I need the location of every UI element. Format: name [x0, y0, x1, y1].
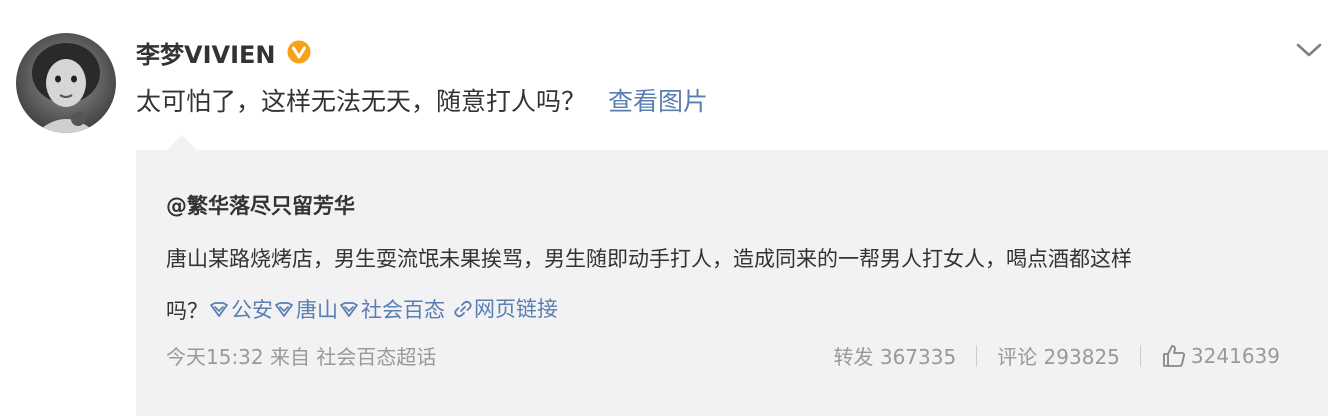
thumbs-up-icon: [1163, 344, 1185, 367]
author-row: 李梦VIVIEN: [136, 34, 312, 70]
topic-tag-police[interactable]: 公安: [208, 285, 273, 335]
topic-tag-society-label: 社会百态: [361, 298, 445, 322]
repost-count-button[interactable]: 转发 367335: [833, 341, 956, 370]
repost-line-2-prefix: 吗？: [166, 299, 208, 323]
view-images-link[interactable]: 查看图片: [608, 87, 708, 116]
link-icon: [454, 300, 472, 318]
like-button[interactable]: 3241639: [1161, 343, 1280, 369]
topic-tag-tangshan-label: 唐山: [296, 298, 338, 322]
repost-text: 唐山某路烧烤店，男生耍流氓未果挨骂，男生随即动手打人，造成同来的一帮男人打女人，…: [166, 234, 1286, 336]
chevron-down-icon[interactable]: [1294, 38, 1324, 62]
super-topic-icon: [210, 302, 228, 317]
topic-tag-tangshan[interactable]: 唐山: [273, 285, 338, 335]
repost-line-1: 唐山某路烧烤店，男生耍流氓未果挨骂，男生随即动手打人，造成同来的一帮男人打女人，…: [166, 247, 1132, 271]
comment-count-button[interactable]: 评论 293825: [997, 341, 1120, 370]
repost-line-2: 吗？ 公安 唐山 社会百态 网页链接: [166, 284, 1286, 336]
like-count: 3241639: [1190, 343, 1280, 368]
super-topic-icon: [340, 302, 358, 317]
repost-author[interactable]: @繁华落尽只留芳华: [166, 190, 355, 220]
post-time-source: 今天15:32 来自 社会百态超话: [166, 345, 437, 369]
web-link[interactable]: 网页链接: [453, 284, 558, 334]
divider: [976, 344, 978, 367]
divider: [1139, 344, 1141, 367]
web-link-label: 网页链接: [474, 297, 558, 321]
weibo-post: 李梦VIVIEN 太可怕了，这样无法无天，随意打人吗？ 查看图片 @繁华落尽只留芳…: [0, 0, 1338, 416]
action-bar: 转发 367335 评论 293825 3241639: [833, 341, 1280, 370]
author-name[interactable]: 李梦VIVIEN: [136, 35, 276, 70]
verified-badge-icon: [286, 39, 312, 65]
topic-tag-society[interactable]: 社会百态: [338, 285, 445, 335]
topic-tag-police-label: 公安: [231, 298, 273, 322]
super-topic-icon: [275, 302, 293, 317]
post-body: 太可怕了，这样无法无天，随意打人吗？: [136, 87, 587, 116]
repost-notch: [166, 134, 198, 151]
avatar[interactable]: [16, 33, 116, 133]
repost-box: @繁华落尽只留芳华 唐山某路烧烤店，男生耍流氓未果挨骂，男生随即动手打人，造成同…: [136, 150, 1328, 416]
post-text: 太可怕了，这样无法无天，随意打人吗？ 查看图片: [136, 82, 708, 122]
